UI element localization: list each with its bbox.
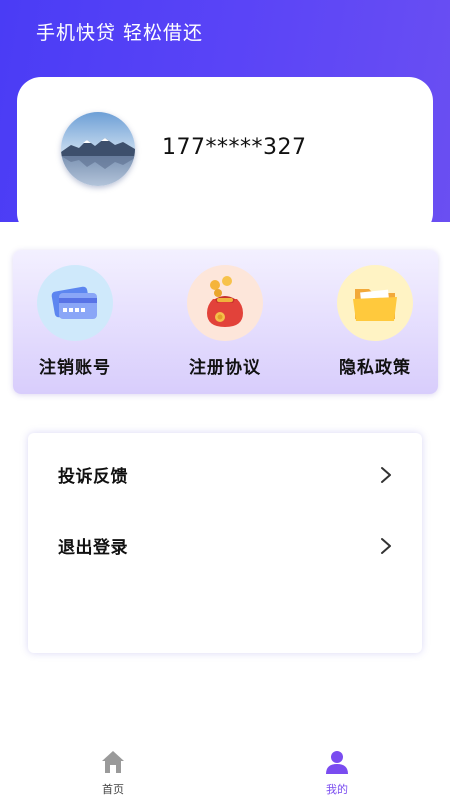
complaint-feedback-row[interactable]: 投诉反馈 [28,450,422,500]
quick-actions-panel: 注销账号 注册协议 隐私政策 [13,250,438,394]
deactivate-account-button[interactable]: 注销账号 [15,265,135,378]
tab-home-label: 首页 [102,783,124,796]
privacy-policy-button[interactable]: 隐私政策 [315,265,435,378]
chevron-right-icon [381,538,391,554]
complaint-feedback-label: 投诉反馈 [58,467,128,487]
deactivate-account-label: 注销账号 [39,358,111,378]
app-slogan: 手机快贷 轻松借还 [36,22,204,44]
menu-card: 投诉反馈 退出登录 [28,433,422,653]
profile-card: 177*****327 [17,77,433,237]
tab-mine[interactable]: 我的 [297,748,377,797]
tab-home[interactable]: 首页 [73,748,153,797]
bottom-tab-bar: 首页 我的 [0,748,450,800]
phone-number: 177*****327 [162,135,307,160]
home-icon [102,751,124,773]
registration-agreement-label: 注册协议 [189,358,261,378]
registration-agreement-button[interactable]: 注册协议 [165,265,285,378]
privacy-policy-label: 隐私政策 [339,358,411,378]
tab-mine-label: 我的 [326,783,348,796]
user-icon [326,751,348,774]
credit-card-icon [37,265,113,341]
avatar[interactable] [61,112,135,186]
logout-label: 退出登录 [58,538,128,558]
folder-icon [337,265,413,341]
landscape-avatar-icon [61,112,135,186]
logout-row[interactable]: 退出登录 [28,521,422,571]
money-bag-icon [187,265,263,341]
chevron-right-icon [381,467,391,483]
